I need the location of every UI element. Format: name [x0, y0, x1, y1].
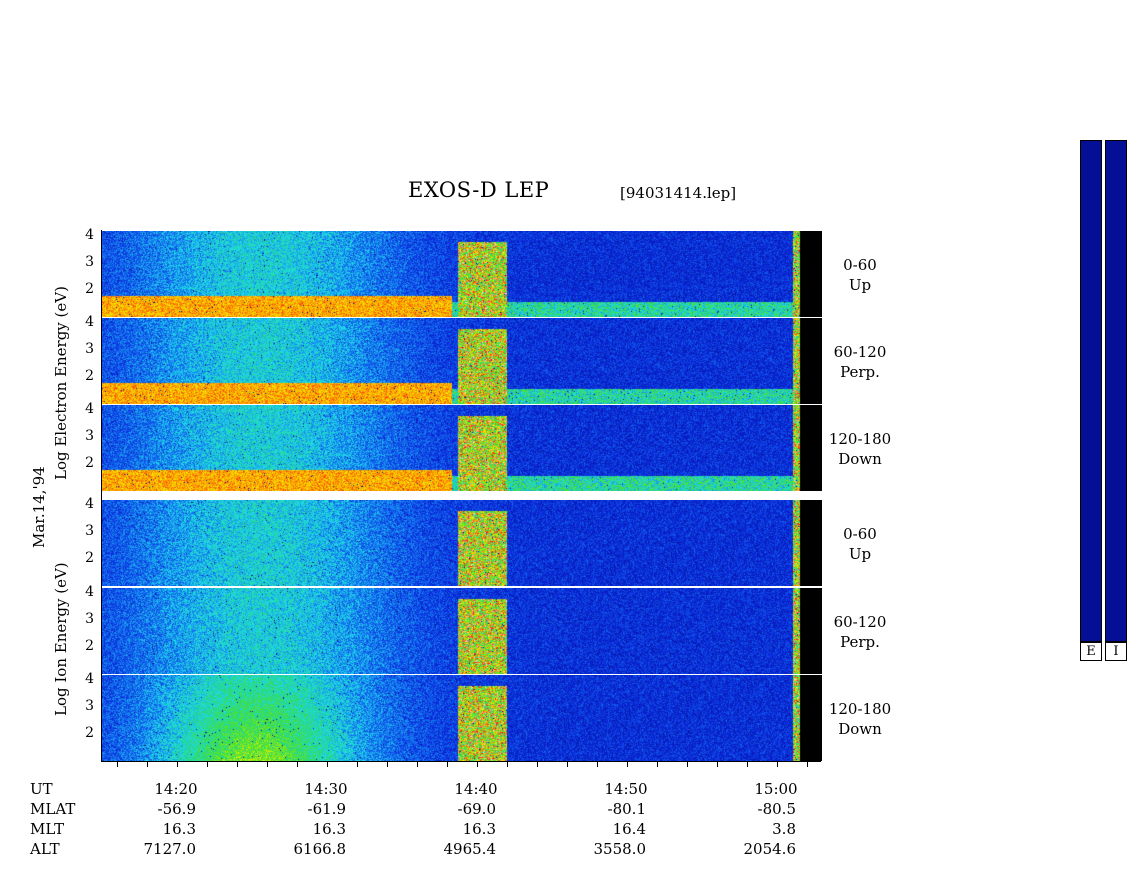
x-minor-tick	[477, 761, 478, 767]
x-minor-tick	[237, 761, 238, 767]
panel-direction-label: Up	[848, 276, 872, 294]
y-tick-label: 3	[85, 698, 94, 715]
chart-title: EXOS-D LEP	[408, 178, 550, 202]
spectrogram-panel-6	[102, 675, 822, 761]
ion-colorbar-label: I	[1105, 642, 1127, 661]
ephemeris-value: 4965.4	[443, 840, 497, 858]
ephemeris-value: 16.4	[612, 820, 646, 838]
y-tick-label: 2	[85, 550, 94, 567]
x-minor-tick	[267, 761, 268, 767]
x-minor-tick	[687, 761, 688, 767]
y-tick-label: 3	[85, 611, 94, 628]
panel-range-label: 0-60	[843, 256, 877, 274]
x-minor-tick	[567, 761, 568, 767]
y-tick-label: 2	[85, 725, 94, 742]
x-minor-tick	[597, 761, 598, 767]
x-minor-tick	[147, 761, 148, 767]
ion-axis-label: Log Ion Energy (eV)	[52, 562, 70, 716]
y-tick-label: 3	[85, 523, 94, 540]
x-minor-tick	[177, 761, 178, 767]
x-minor-tick	[117, 761, 118, 767]
ion-colorbar	[1105, 140, 1127, 642]
y-tick-label: 2	[85, 638, 94, 655]
x-minor-tick	[387, 761, 388, 767]
ephemeris-value: 16.3	[162, 820, 196, 838]
panel-direction-label: Perp.	[840, 363, 880, 381]
panel-range-label: 60-120	[833, 343, 887, 361]
ephemeris-value: -69.0	[457, 800, 496, 818]
x-tick-label: 14:40	[454, 780, 498, 798]
spectrogram-panel-5	[102, 588, 822, 674]
spectrogram-panel-1	[102, 231, 822, 317]
y-tick-label: 3	[85, 254, 94, 271]
x-tick-label: 14:30	[304, 780, 348, 798]
ephemeris-value: -56.9	[157, 800, 196, 818]
x-axis-line	[101, 761, 821, 762]
y-tick-label: 2	[85, 281, 94, 298]
x-minor-tick	[207, 761, 208, 767]
spectrogram-panel-3	[102, 405, 822, 491]
ephemeris-value: 16.3	[462, 820, 496, 838]
electron-axis-label: Log Electron Energy (eV)	[52, 286, 70, 480]
panel-range-label: 120-180	[828, 700, 892, 718]
panel-direction-label: Down	[838, 720, 882, 738]
ephemeris-value: 6166.8	[293, 840, 347, 858]
y-tick-label: 3	[85, 341, 94, 358]
panel-direction-label: Up	[848, 545, 872, 563]
x-minor-tick	[747, 761, 748, 767]
x-tick-label: 14:50	[604, 780, 648, 798]
plot-frame-left	[101, 230, 102, 761]
panel-direction-label: Perp.	[840, 633, 880, 651]
x-minor-tick	[447, 761, 448, 767]
file-name: [94031414.lep]	[620, 184, 737, 202]
y-tick-label: 2	[85, 455, 94, 472]
electron-colorbar-label: E	[1080, 642, 1102, 661]
ephemeris-row-label: ALT	[30, 840, 60, 858]
spectrogram-panel-2	[102, 318, 822, 404]
x-minor-tick	[627, 761, 628, 767]
ephemeris-value: -80.5	[757, 800, 796, 818]
x-minor-tick	[357, 761, 358, 767]
x-minor-tick	[507, 761, 508, 767]
y-tick-label: 4	[85, 227, 94, 244]
panel-range-label: 120-180	[828, 430, 892, 448]
spectrogram-panel-4	[102, 500, 822, 586]
x-minor-tick	[537, 761, 538, 767]
x-tick-label: 15:00	[754, 780, 798, 798]
panel-range-label: 60-120	[833, 613, 887, 631]
y-tick-label: 4	[85, 401, 94, 418]
y-tick-label: 4	[85, 584, 94, 601]
ephemeris-row-label: UT	[30, 780, 53, 798]
x-minor-tick	[327, 761, 328, 767]
x-tick-label: 14:20	[154, 780, 198, 798]
ephemeris-value: 3558.0	[593, 840, 647, 858]
ephemeris-value: -80.1	[607, 800, 646, 818]
panel-direction-label: Down	[838, 450, 882, 468]
ephemeris-value: 3.8	[772, 820, 796, 838]
date-label: Mar.14,'94	[30, 466, 48, 548]
ephemeris-value: 16.3	[312, 820, 346, 838]
x-minor-tick	[297, 761, 298, 767]
ephemeris-value: 7127.0	[143, 840, 197, 858]
y-tick-label: 3	[85, 428, 94, 445]
ephemeris-row-label: MLAT	[30, 800, 76, 818]
ephemeris-row-label: MLT	[30, 820, 65, 838]
ephemeris-value: 2054.6	[743, 840, 797, 858]
electron-colorbar	[1080, 140, 1102, 642]
x-minor-tick	[807, 761, 808, 767]
y-tick-label: 2	[85, 368, 94, 385]
y-tick-label: 4	[85, 671, 94, 688]
ephemeris-value: -61.9	[307, 800, 346, 818]
panel-range-label: 0-60	[843, 525, 877, 543]
x-minor-tick	[777, 761, 778, 767]
y-tick-label: 4	[85, 496, 94, 513]
x-minor-tick	[417, 761, 418, 767]
y-tick-label: 4	[85, 314, 94, 331]
x-minor-tick	[657, 761, 658, 767]
x-minor-tick	[717, 761, 718, 767]
